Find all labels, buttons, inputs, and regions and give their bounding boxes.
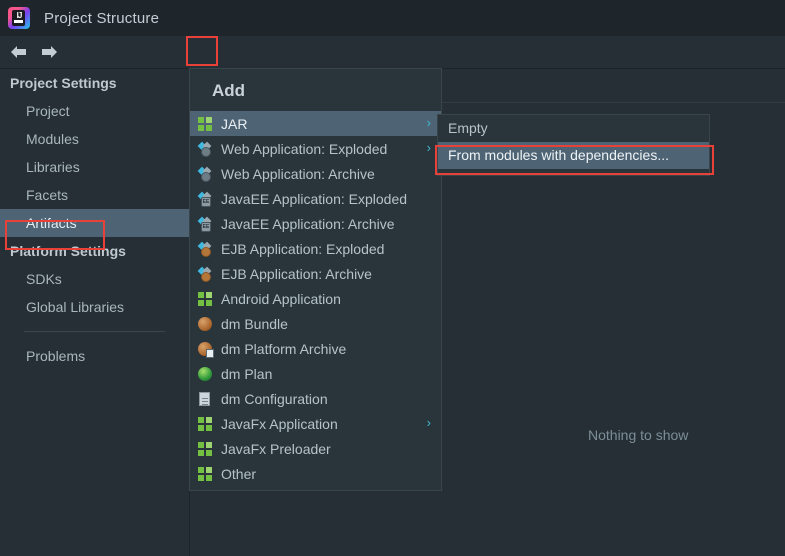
sidebar-divider: [24, 331, 165, 332]
web-module-icon: [197, 166, 214, 182]
javaee-module-icon: EE: [197, 216, 214, 232]
page-title: Project Structure: [44, 9, 160, 27]
menu-item-javaee-application-exploded[interactable]: EE JavaEE Application: Exploded: [190, 186, 441, 211]
menu-item-label: JAR: [221, 115, 248, 132]
menu-item-label: Web Application: Exploded: [221, 140, 388, 157]
sidebar-item-libraries[interactable]: Libraries: [0, 153, 189, 181]
menu-item-label: dm Configuration: [221, 390, 328, 407]
menu-item-web-application-archive[interactable]: Web Application: Archive: [190, 161, 441, 186]
dm-bundle-icon: [198, 316, 214, 332]
submenu-item-empty[interactable]: Empty: [438, 115, 709, 142]
document-icon: [198, 391, 214, 407]
menu-item-label: Other: [221, 465, 257, 482]
menu-item-label: JavaEE Application: Archive: [221, 215, 395, 232]
project-structure-dialog: IJ Project Structure Project Settings Pr…: [0, 0, 785, 556]
menu-item-web-application-exploded[interactable]: Web Application: Exploded ›: [190, 136, 441, 161]
menu-item-label: JavaEE Application: Exploded: [221, 190, 408, 207]
arrow-left-icon[interactable]: [8, 44, 30, 60]
menu-item-label: dm Platform Archive: [221, 340, 347, 357]
sidebar-item-artifacts[interactable]: Artifacts: [0, 209, 189, 237]
menu-item-dm-configuration[interactable]: dm Configuration: [190, 386, 441, 411]
web-module-icon: [197, 141, 214, 157]
javaee-module-icon: EE: [197, 191, 214, 207]
menu-item-label: JavaFx Application: [221, 415, 338, 432]
ejb-module-icon: [197, 266, 214, 282]
menu-item-dm-plan[interactable]: dm Plan: [190, 361, 441, 386]
sidebar-item-global-libraries[interactable]: Global Libraries: [0, 293, 189, 321]
title-bar: IJ Project Structure: [0, 0, 785, 36]
menu-item-javafx-application[interactable]: JavaFx Application ›: [190, 411, 441, 436]
dm-plan-icon: [198, 366, 214, 382]
green-squares-icon: [198, 116, 214, 132]
green-squares-icon: [198, 466, 214, 482]
menu-item-label: EJB Application: Exploded: [221, 240, 385, 257]
sidebar-item-project[interactable]: Project: [0, 97, 189, 125]
green-squares-icon: [198, 416, 214, 432]
menu-item-label: Web Application: Archive: [221, 165, 375, 182]
chevron-right-icon: ›: [426, 140, 431, 155]
menu-header-add: Add: [212, 81, 246, 100]
menu-item-dm-bundle[interactable]: dm Bundle: [190, 311, 441, 336]
chevron-right-icon: ›: [426, 115, 431, 130]
menu-item-jar[interactable]: JAR ›: [190, 111, 441, 136]
menu-item-dm-platform-archive[interactable]: dm Platform Archive: [190, 336, 441, 361]
sidebar-item-facets[interactable]: Facets: [0, 181, 189, 209]
navigation-strip: [0, 36, 785, 68]
menu-item-ejb-application-exploded[interactable]: EJB Application: Exploded: [190, 236, 441, 261]
menu-item-javaee-application-archive[interactable]: EE JavaEE Application: Archive: [190, 211, 441, 236]
jar-submenu: Empty From modules with dependencies...: [437, 114, 710, 176]
green-squares-icon: [198, 291, 214, 307]
sidebar-item-sdks[interactable]: SDKs: [0, 265, 189, 293]
sidebar-item-problems[interactable]: Problems: [0, 342, 189, 370]
sidebar-group-platform-settings: Platform Settings: [10, 243, 126, 259]
ejb-module-icon: [197, 241, 214, 257]
submenu-item-from-modules-with-dependencies[interactable]: From modules with dependencies...: [438, 142, 709, 169]
arrow-right-icon[interactable]: [38, 44, 60, 60]
settings-sidebar: Project Settings Project Modules Librari…: [0, 69, 189, 556]
menu-item-label: JavaFx Preloader: [221, 440, 331, 457]
menu-item-ejb-application-archive[interactable]: EJB Application: Archive: [190, 261, 441, 286]
menu-item-label: Android Application: [221, 290, 341, 307]
green-squares-icon: [198, 441, 214, 457]
menu-item-android-application[interactable]: Android Application: [190, 286, 441, 311]
chevron-right-icon: ›: [426, 415, 431, 430]
empty-state-message: Nothing to show: [588, 427, 689, 443]
menu-item-label: dm Plan: [221, 365, 273, 382]
menu-item-label: dm Bundle: [221, 315, 288, 332]
sidebar-item-modules[interactable]: Modules: [0, 125, 189, 153]
intellij-idea-logo-icon: IJ: [8, 7, 30, 29]
sidebar-group-project-settings: Project Settings: [10, 75, 117, 91]
menu-item-javafx-preloader[interactable]: JavaFx Preloader: [190, 436, 441, 461]
dm-archive-icon: [198, 341, 214, 358]
menu-item-label: EJB Application: Archive: [221, 265, 372, 282]
add-artifact-menu: Add JAR › Web Application: Exploded › We…: [189, 68, 442, 491]
menu-item-other[interactable]: Other: [190, 461, 441, 486]
